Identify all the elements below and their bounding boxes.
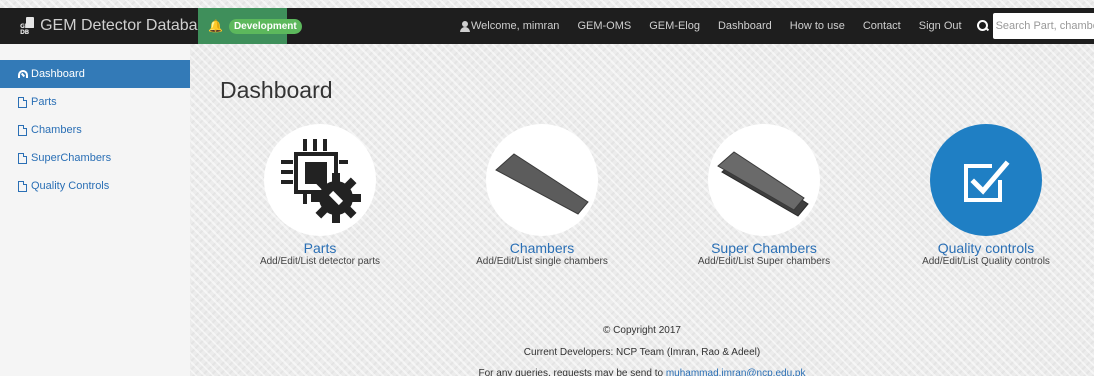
footer-email-link[interactable]: muhammad.imran@ncp.edu.pk [666, 368, 806, 376]
chip-gear-icon [281, 139, 361, 223]
parts-card-button[interactable] [264, 124, 376, 236]
super-chambers-card: Super Chambers Add/Edit/List Super chamb… [654, 124, 874, 268]
sidebar-item-dashboard[interactable]: Dashboard [0, 60, 190, 88]
sidebar-item-parts[interactable]: Parts [0, 88, 190, 116]
nav-contact[interactable]: Contact [854, 8, 910, 44]
chambers-card-button[interactable] [486, 124, 598, 236]
user-icon [460, 20, 470, 32]
search-area [976, 8, 1094, 44]
sidebar-item-label: Quality Controls [31, 180, 110, 192]
file-icon [18, 124, 27, 136]
chamber-icon [495, 153, 589, 215]
footer-queries-text: For any queries, requests may be send to [478, 368, 666, 376]
super-chambers-card-button[interactable] [708, 124, 820, 236]
sidebar-item-label: SuperChambers [31, 152, 112, 164]
sidebar-item-label: Parts [31, 96, 57, 108]
search-icon[interactable] [976, 20, 989, 32]
footer-copyright: © Copyright 2017 [603, 325, 681, 336]
nav-links: Welcome, mimran GEM-OMS GEM-Elog Dashboa… [451, 8, 971, 44]
footer-developers: Current Developers: NCP Team (Imran, Rao… [523, 347, 761, 358]
nav-dashboard[interactable]: Dashboard [709, 8, 781, 44]
nav-how-to-use[interactable]: How to use [781, 8, 854, 44]
sidebar: Dashboard Parts Chambers SuperChambers Q… [0, 44, 190, 376]
chambers-card-title[interactable]: Chambers [432, 240, 652, 256]
sidebar-item-quality-controls[interactable]: Quality Controls [0, 172, 190, 200]
top-navbar: GEM DB GEM Detector Database 🔔 Developme… [0, 8, 1094, 44]
brand-link[interactable]: GEM DB GEM Detector Database [0, 8, 214, 44]
nav-sign-out[interactable]: Sign Out [910, 8, 971, 44]
sidebar-item-chambers[interactable]: Chambers [0, 116, 190, 144]
sidebar-item-label: Chambers [31, 124, 82, 136]
footer-queries: For any queries, requests may be send to… [190, 368, 1094, 376]
quality-controls-card-title[interactable]: Quality controls [876, 240, 1094, 256]
nav-gem-oms[interactable]: GEM-OMS [568, 8, 640, 44]
quality-controls-card-button[interactable] [930, 124, 1042, 236]
file-icon [18, 152, 27, 164]
bell-icon: 🔔 [208, 19, 223, 33]
parts-card-title[interactable]: Parts [210, 240, 430, 256]
file-icon [18, 96, 27, 108]
parts-card-description: Add/Edit/List detector parts [259, 256, 381, 267]
environment-badge: Development [228, 18, 302, 34]
sidebar-item-superchambers[interactable]: SuperChambers [0, 144, 190, 172]
gemdb-logo-icon: GEM DB [20, 16, 34, 36]
super-chambers-card-title[interactable]: Super Chambers [654, 240, 874, 256]
quality-controls-card-description: Add/Edit/List Quality controls [922, 256, 1050, 267]
page-title: Dashboard [220, 77, 333, 103]
file-icon [18, 180, 27, 192]
parts-card: Parts Add/Edit/List detector parts [210, 124, 430, 268]
welcome-user-link[interactable]: Welcome, mimran [451, 8, 568, 44]
brand-title: GEM Detector Database [40, 17, 215, 34]
sidebar-item-label: Dashboard [31, 68, 85, 80]
nav-gem-elog[interactable]: GEM-Elog [640, 8, 709, 44]
chambers-card: Chambers Add/Edit/List single chambers [432, 124, 652, 268]
environment-indicator: 🔔 Development [198, 8, 302, 44]
quality-controls-card: Quality controls Add/Edit/List Quality c… [876, 124, 1094, 268]
super-chamber-icon [717, 151, 809, 217]
super-chambers-card-description: Add/Edit/List Super chambers [697, 256, 831, 267]
dashboard-icon [18, 70, 28, 78]
checkbox-icon [964, 160, 1010, 202]
search-input[interactable] [992, 13, 1094, 39]
chambers-card-description: Add/Edit/List single chambers [476, 256, 608, 267]
